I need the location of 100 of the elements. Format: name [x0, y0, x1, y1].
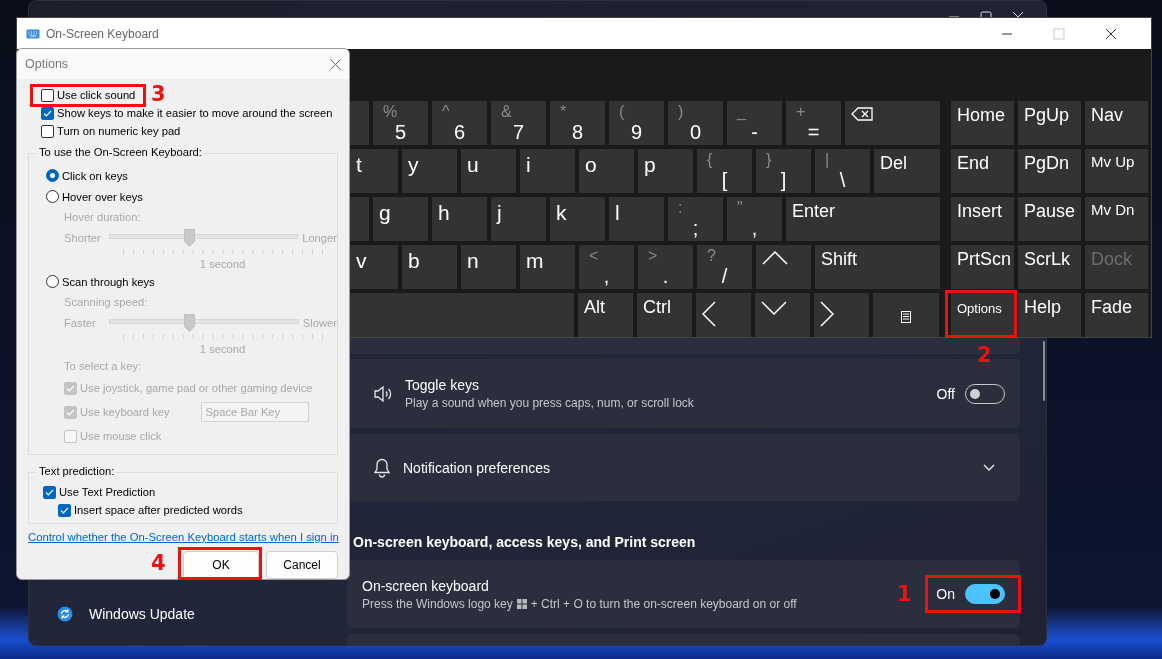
radio-label: Scan through keys [62, 275, 155, 288]
key[interactable]: PgUp [1018, 101, 1081, 145]
key[interactable]: Insert [951, 197, 1014, 241]
group-legend: To use the On-Screen Keyboard: [37, 146, 204, 158]
key[interactable]: y [402, 149, 457, 193]
chevron-down-icon [761, 301, 787, 315]
key[interactable]: _ - [727, 101, 782, 145]
key[interactable] [755, 293, 810, 337]
key[interactable] [696, 293, 751, 337]
scrollbar-thumb[interactable] [1043, 341, 1045, 401]
key[interactable]: Home [951, 101, 1014, 145]
key[interactable] [873, 293, 939, 337]
key[interactable]: k [550, 197, 605, 241]
key[interactable]: h [432, 197, 487, 241]
key[interactable]: i [520, 149, 575, 193]
radio-label: Click on keys [62, 169, 128, 182]
key[interactable]: Help [1018, 293, 1081, 337]
key[interactable]: " , [727, 197, 782, 241]
radio-button[interactable] [46, 190, 59, 203]
update-icon [57, 606, 73, 622]
key[interactable]: g [373, 197, 428, 241]
maximize-icon [1053, 27, 1065, 40]
key[interactable]: u [461, 149, 516, 193]
sign-in-link[interactable]: Control whether the On-Screen Keyboard starts when I sign in [28, 531, 338, 543]
key[interactable] [845, 101, 940, 145]
ok-button[interactable]: OK [183, 551, 259, 579]
radio-button[interactable] [46, 169, 59, 182]
speaker-icon [373, 384, 393, 403]
key[interactable]: PgDn [1018, 149, 1081, 193]
key[interactable]: PrtScn [951, 245, 1014, 289]
radio-button[interactable] [46, 275, 59, 288]
key[interactable]: Fade [1085, 293, 1148, 337]
key[interactable]: % 5 [373, 101, 428, 145]
card-description: + Ctrl + O to turn the on-screen keyboard on or off [530, 596, 797, 611]
checkbox-label: Insert space after predicted words [74, 504, 243, 516]
chevron-right-icon [820, 301, 834, 327]
key[interactable]: t [350, 149, 398, 193]
close-icon[interactable] [330, 58, 341, 70]
sidebar-item[interactable]: Windows Update [37, 600, 339, 628]
backspace-icon [851, 107, 873, 121]
key[interactable]: + = [786, 101, 841, 145]
key[interactable]: v [350, 245, 398, 289]
key[interactable]: l [609, 197, 664, 241]
chevron-left-icon [702, 301, 716, 327]
slider-min-label: Faster [64, 317, 97, 329]
key[interactable]: } ] [756, 149, 811, 193]
section-heading: On-screen keyboard, access keys, and Print screen [352, 534, 697, 550]
key[interactable]: ( 9 [609, 101, 664, 145]
settings-card[interactable]: Notification preferences [347, 434, 1020, 501]
checkbox-label: Use Text Prediction [59, 486, 156, 498]
key[interactable]: Ctrl [637, 293, 692, 337]
key[interactable]: Mv Up [1085, 149, 1148, 193]
key[interactable]: Nav [1085, 101, 1148, 145]
key[interactable]: End [951, 149, 1014, 193]
chevron-down-icon[interactable] [983, 463, 995, 472]
chevron-up-icon [762, 251, 788, 265]
key[interactable]: Options [951, 293, 1014, 337]
checkbox[interactable] [43, 485, 56, 499]
highlight-frame [945, 290, 1017, 338]
checkbox-label: Turn on numeric key pad [57, 125, 181, 137]
toggle-state-label: On [936, 586, 955, 602]
key[interactable]: m [520, 245, 575, 289]
group-legend: Text prediction: [37, 465, 117, 477]
toggle-switch[interactable] [965, 584, 1005, 604]
key[interactable]: Del [874, 149, 940, 193]
key[interactable]: b [402, 245, 457, 289]
key[interactable]: ) 0 [668, 101, 723, 145]
checkbox-label: Show keys to make it easier to move around the screen [57, 107, 333, 119]
key[interactable]: { [ [697, 149, 752, 193]
slider-reading: 1 second [199, 343, 246, 355]
close-icon[interactable] [1105, 27, 1117, 40]
key[interactable]: Alt [578, 293, 633, 337]
key[interactable]: : ; [668, 197, 723, 241]
cancel-button[interactable]: Cancel [266, 551, 338, 579]
key[interactable]: ScrLk [1018, 245, 1081, 289]
key[interactable]: ? / [697, 245, 752, 289]
key[interactable]: | \ [815, 149, 870, 193]
key[interactable]: n [461, 245, 516, 289]
key[interactable]: o [579, 149, 634, 193]
slider-max-label: Longer [302, 232, 337, 244]
checkbox-label: Use joystick, game pad or other gaming device [80, 382, 313, 394]
key[interactable]: Shift [815, 245, 940, 289]
card-title: On-screen keyboard [362, 577, 489, 594]
card-description: Play a sound when you press caps, num, or scroll lock [405, 396, 694, 410]
key[interactable]: > . [638, 245, 693, 289]
checkbox[interactable] [41, 88, 54, 102]
key[interactable] [814, 293, 869, 337]
key[interactable]: ^ 6 [432, 101, 487, 145]
checkbox[interactable] [41, 124, 54, 138]
key[interactable]: Pause [1018, 197, 1081, 241]
key[interactable] [756, 245, 811, 289]
key[interactable]: Enter [786, 197, 940, 241]
key[interactable]: & 7 [491, 101, 546, 145]
checkbox[interactable] [58, 503, 71, 517]
key[interactable]: p [638, 149, 693, 193]
key[interactable]: j [491, 197, 546, 241]
key[interactable]: < , [579, 245, 634, 289]
keyboard-icon [26, 28, 40, 39]
key[interactable]: * 8 [550, 101, 605, 145]
key[interactable]: Mv Dn [1085, 197, 1148, 241]
